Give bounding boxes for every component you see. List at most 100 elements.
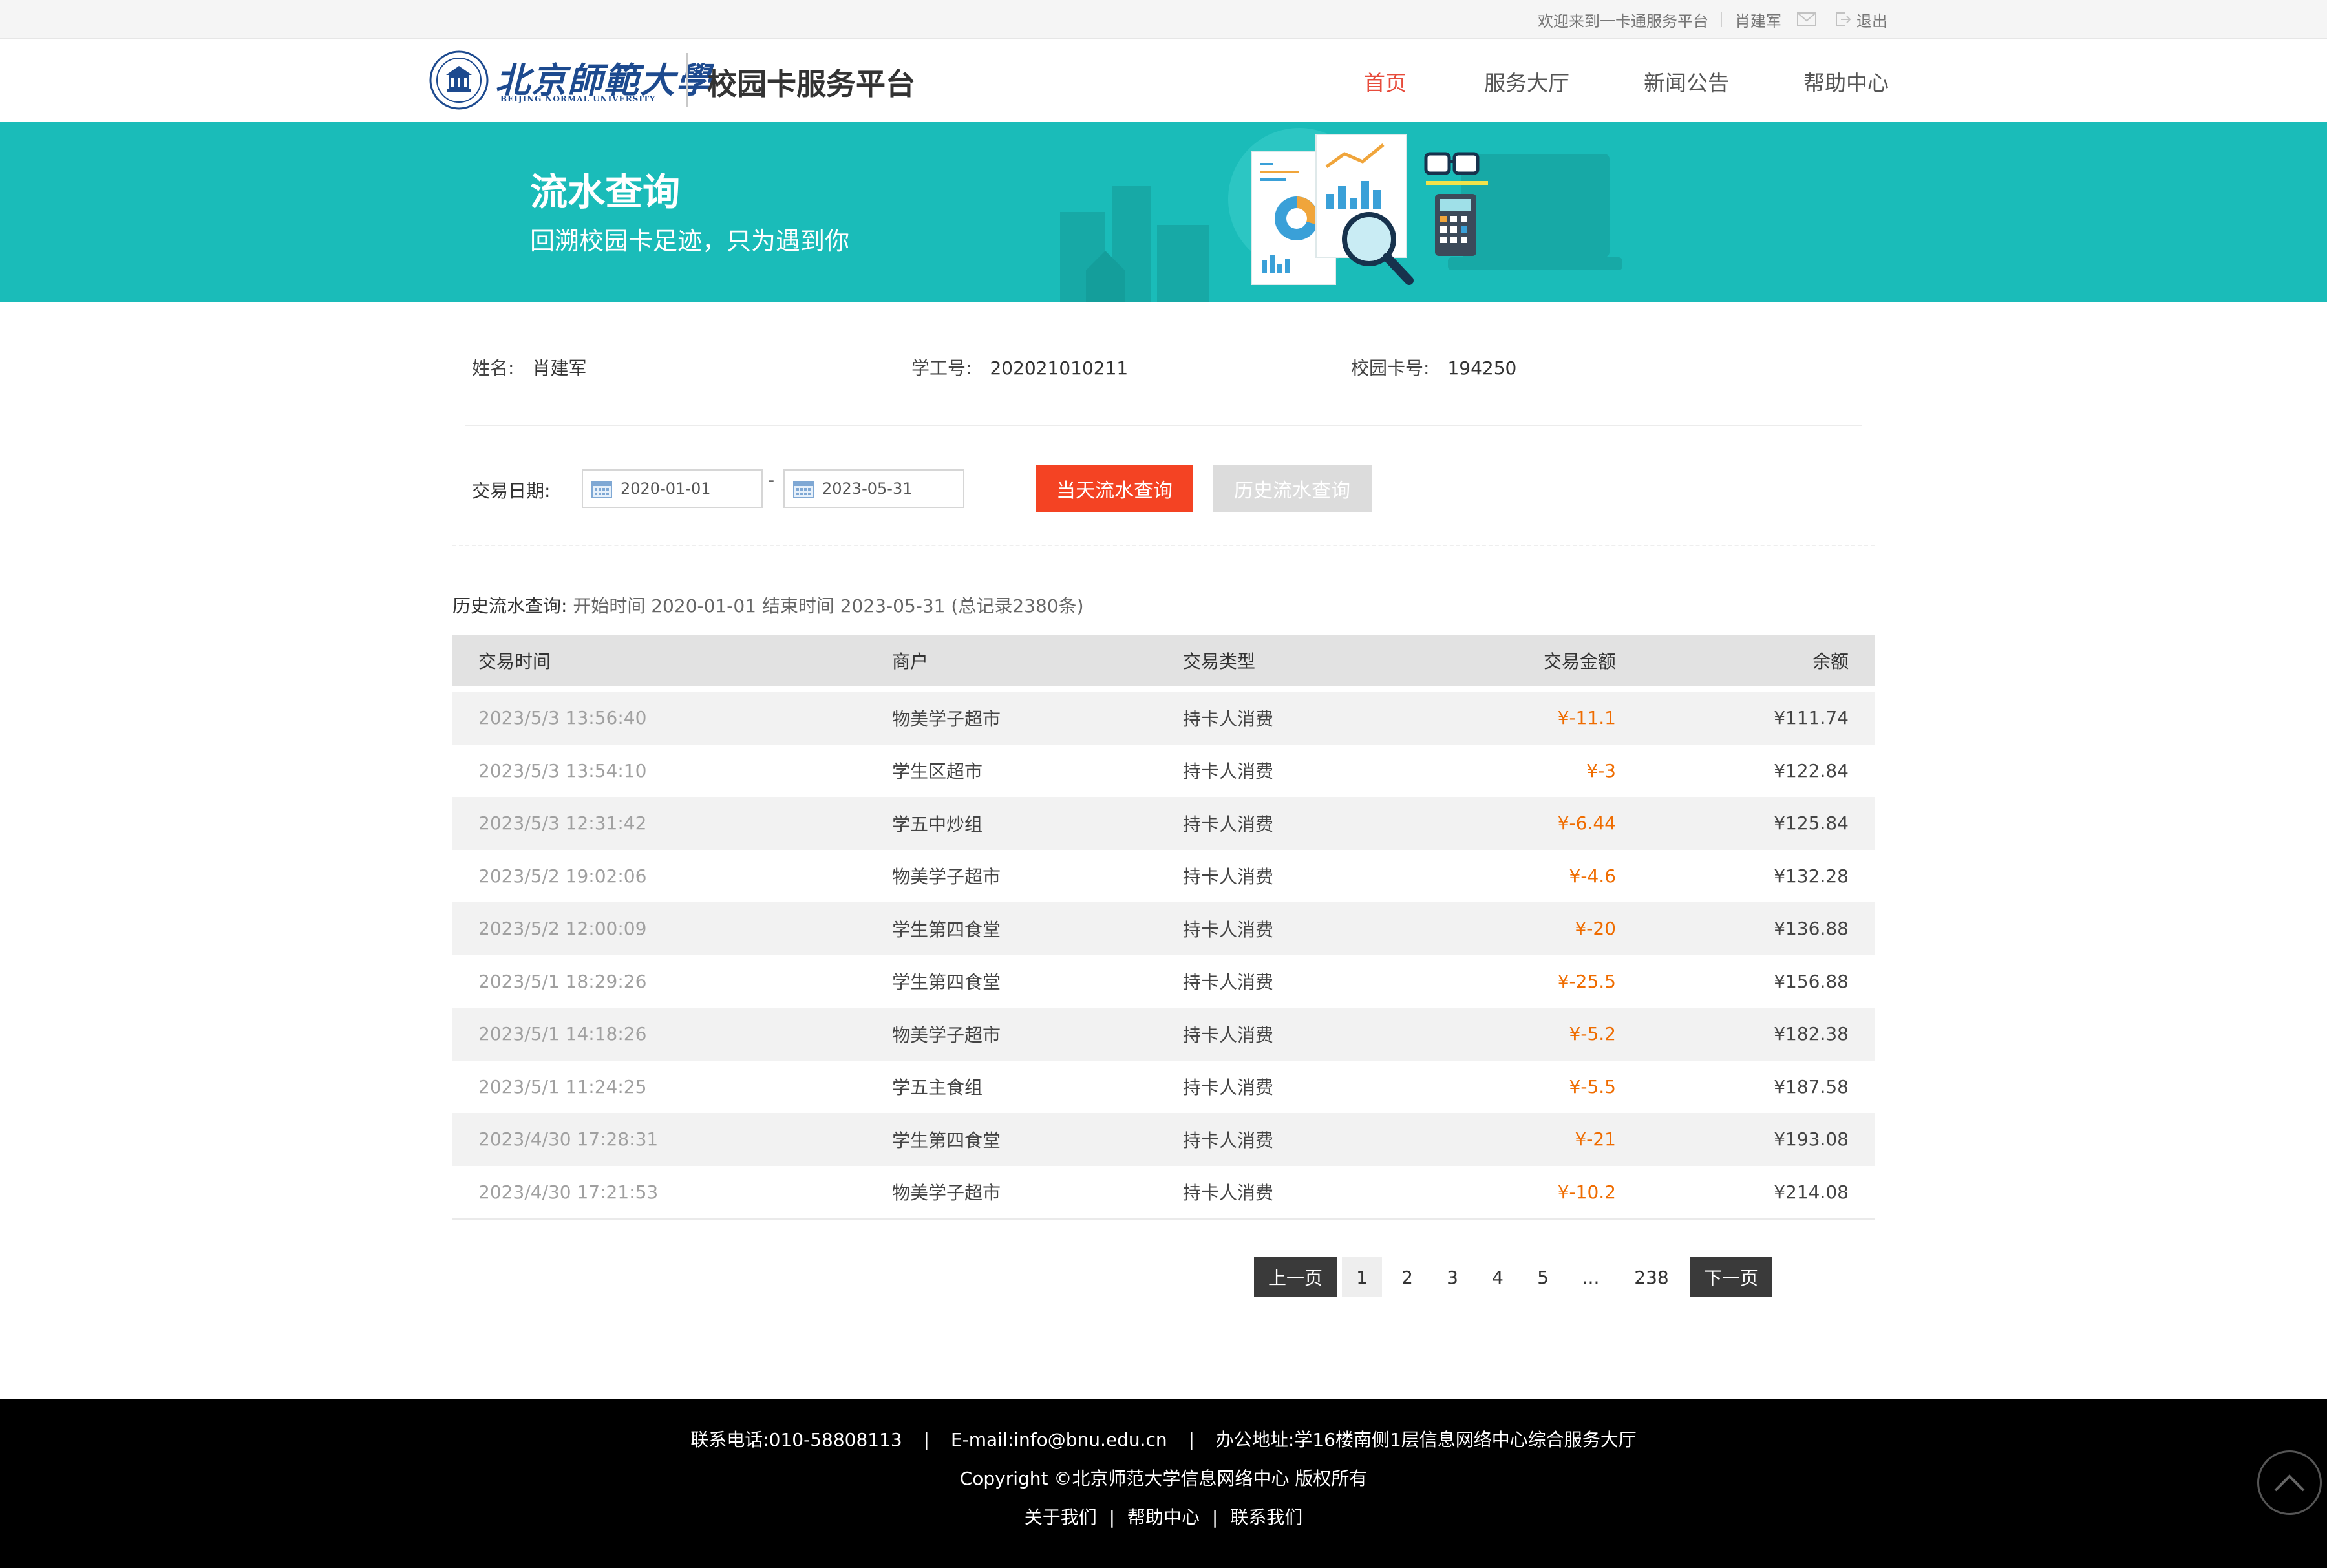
footer-link-contact[interactable]: 联系我们 [1230,1507,1302,1528]
cell-time: 2023/5/3 13:54:10 [478,759,647,781]
cell-merchant: 学生第四食堂 [892,918,1001,940]
footer-links: 关于我们 | 帮助中心 | 联系我们 [0,1503,2327,1529]
query-summary: 历史流水查询: 开始时间 2020-01-01 结束时间 2023-05-31 … [452,592,1084,618]
cell-time: 2023/5/2 19:02:06 [478,865,647,887]
table-row: 2023/5/2 12:00:09 学生第四食堂 持卡人消费 ¥-20 ¥136… [452,902,1875,955]
table-row: 2023/5/2 19:02:06 物美学子超市 持卡人消费 ¥-4.6 ¥13… [452,849,1875,902]
footer-separator: | [1211,1507,1218,1528]
footer-email[interactable]: info@bnu.edu.cn [1014,1429,1167,1450]
pagination-page-1[interactable]: 1 [1342,1257,1382,1297]
calendar-icon[interactable] [591,478,613,499]
cell-type: 持卡人消费 [1183,1077,1274,1099]
cell-type: 持卡人消费 [1183,813,1274,835]
footer-copyright: Copyright ©北京师范大学信息网络中心 版权所有 [959,1468,1368,1489]
pagination-ellipsis: ... [1582,1266,1600,1288]
nav-item-service-hall[interactable]: 服务大厅 [1484,66,1569,97]
card-number-field: 校园卡号: 194250 [1351,354,1516,380]
footer-separator: | [1109,1507,1116,1528]
student-id-label: 学工号: [911,357,972,379]
top-bar-divider [1721,12,1722,27]
footer-link-help[interactable]: 帮助中心 [1127,1507,1200,1528]
column-header-merchant: 商户 [892,651,929,672]
calendar-icon[interactable] [792,478,814,499]
history-transactions-button[interactable]: 历史流水查询 [1213,465,1372,512]
footer-phone: 010-58808113 [769,1429,902,1450]
end-date-field[interactable] [783,469,964,508]
table-row: 2023/5/3 13:56:40 物美学子超市 持卡人消费 ¥-11.1 ¥1… [452,692,1875,745]
cell-balance: ¥122.84 [1774,759,1849,781]
card-number-value: 194250 [1447,357,1517,379]
banner-subtitle: 回溯校园卡足迹，只为遇到你 [530,227,850,255]
back-to-top-button[interactable] [2257,1450,2322,1515]
cell-balance: ¥132.28 [1774,865,1849,887]
logout-link[interactable]: 退出 [1856,8,1887,31]
header-divider [686,53,688,107]
site-header: 北京師範大學 BEIJING NORMAL UNIVERSITY 校园卡服务平台… [0,39,2327,122]
pagination-page-2[interactable]: 2 [1387,1257,1427,1297]
footer-address: 学16楼南侧1层信息网络中心综合服务大厅 [1294,1429,1637,1450]
pagination-next-button[interactable]: 下一页 [1690,1257,1772,1297]
cell-type: 持卡人消费 [1183,1182,1274,1204]
banner: 流水查询 回溯校园卡足迹，只为遇到你 [0,122,2327,302]
cell-amount: ¥-10.2 [1557,1181,1616,1203]
cell-amount: ¥-11.1 [1557,707,1616,729]
cell-type: 持卡人消费 [1183,866,1274,888]
cell-balance: ¥125.84 [1774,812,1849,834]
user-name-label: 姓名: [472,357,515,379]
cell-amount: ¥-5.5 [1569,1075,1616,1097]
footer-phone-label: 联系电话: [690,1429,769,1450]
cell-time: 2023/4/30 17:28:31 [478,1128,659,1150]
cell-time: 2023/5/1 11:24:25 [478,1075,647,1097]
nav-item-home[interactable]: 首页 [1364,66,1407,97]
column-header-time: 交易时间 [478,651,551,672]
cell-type: 持卡人消费 [1183,1024,1274,1046]
summary-text: 开始时间 2020-01-01 结束时间 2023-05-31 (总记录2380… [573,595,1084,617]
pagination-page-4[interactable]: 4 [1478,1257,1518,1297]
footer-link-about[interactable]: 关于我们 [1025,1507,1097,1528]
cell-merchant: 学生第四食堂 [892,971,1001,993]
university-wordmark[interactable]: 北京師範大學 BEIJING NORMAL UNIVERSITY [495,52,711,110]
start-date-field[interactable] [582,469,763,508]
table-body: 2023/5/3 13:56:40 物美学子超市 持卡人消费 ¥-11.1 ¥1… [452,692,1875,1220]
cell-time: 2023/5/3 13:56:40 [478,707,647,729]
platform-title: 校园卡服务平台 [707,67,915,101]
end-date-input[interactable] [822,480,951,498]
footer-contact-line: 联系电话:010-58808113 | E-mail:info@bnu.edu.… [0,1426,2327,1452]
pagination-page-5[interactable]: 5 [1523,1257,1563,1297]
today-transactions-button[interactable]: 当天流水查询 [1036,465,1193,512]
table-row: 2023/4/30 17:28:31 学生第四食堂 持卡人消费 ¥-21 ¥19… [452,1113,1875,1166]
university-seal-logo[interactable] [429,50,489,110]
cell-balance: ¥214.08 [1774,1181,1849,1203]
cell-amount: ¥-20 [1575,918,1616,940]
info-divider [465,425,1862,426]
pagination-prev-button[interactable]: 上一页 [1254,1257,1337,1297]
footer-address-label: 办公地址: [1215,1429,1295,1450]
pagination-page-3[interactable]: 3 [1432,1257,1472,1297]
start-date-input[interactable] [621,480,750,498]
nav-item-help[interactable]: 帮助中心 [1803,66,1889,97]
cell-merchant: 物美学子超市 [892,708,1001,730]
summary-title: 历史流水查询: [452,595,568,617]
table-bottom-border [452,1218,1875,1220]
username-link[interactable]: 肖建军 [1735,8,1781,31]
cell-amount: ¥-4.6 [1569,865,1616,887]
banner-title: 流水查询 [530,170,681,214]
logout-icon[interactable] [1834,11,1851,28]
cell-merchant: 学生第四食堂 [892,1129,1001,1151]
transaction-date-label: 交易日期: [472,480,551,502]
cell-amount: ¥-5.2 [1569,1023,1616,1045]
nav-item-news[interactable]: 新闻公告 [1644,66,1729,97]
cell-amount: ¥-6.44 [1557,812,1616,834]
cell-merchant: 物美学子超市 [892,1024,1001,1046]
cell-merchant: 学五主食组 [892,1077,983,1099]
footer-separator: | [1188,1429,1195,1450]
cell-amount: ¥-21 [1575,1128,1616,1150]
cell-type: 持卡人消费 [1183,1129,1274,1151]
chevron-up-icon [2274,1474,2305,1492]
column-header-amount: 交易金额 [1543,651,1616,672]
cell-balance: ¥182.38 [1774,1023,1849,1045]
mail-icon[interactable] [1797,12,1816,26]
university-name-en: BEIJING NORMAL UNIVERSITY [500,94,656,103]
pagination-page-last[interactable]: 238 [1622,1257,1681,1297]
welcome-text: 欢迎来到一卡通服务平台 [1538,12,1708,30]
